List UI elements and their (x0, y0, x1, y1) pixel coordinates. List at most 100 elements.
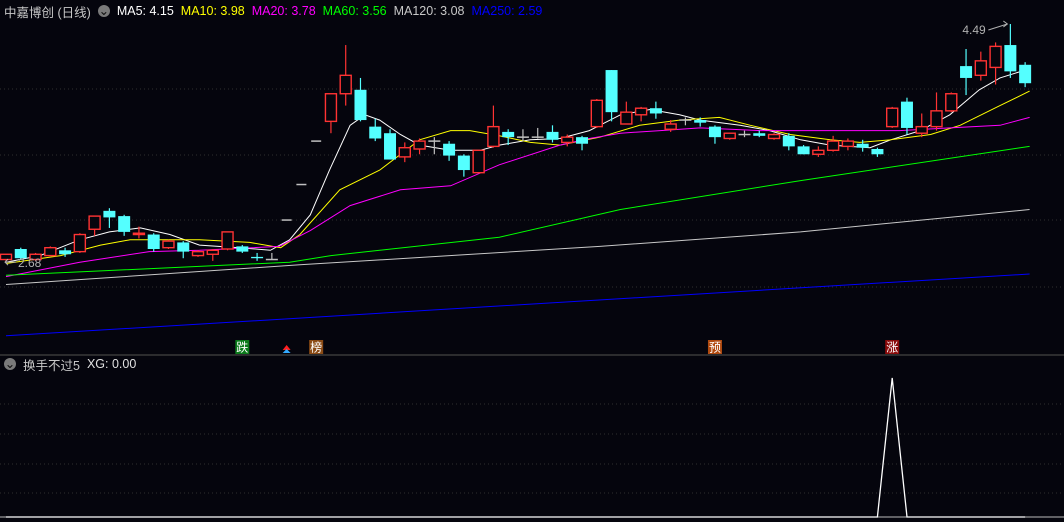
candle (915, 113, 928, 138)
min-price-label: 2.68 (18, 256, 42, 270)
candle (118, 214, 131, 236)
candle-body (206, 249, 219, 255)
candle-body (398, 146, 411, 158)
candle-body (118, 216, 131, 232)
candle (206, 249, 219, 261)
candle (620, 101, 633, 125)
ma120-label: MA120: 3.08 (393, 4, 465, 18)
candle (812, 146, 825, 157)
candle (649, 101, 662, 119)
chevron-down-icon[interactable]: ⌄ (4, 358, 16, 370)
candle (457, 154, 470, 177)
candle (147, 233, 160, 252)
candle (236, 245, 249, 253)
candle-body (797, 146, 810, 155)
candle (723, 132, 736, 140)
ma5-label: MA5: 4.15 (116, 4, 174, 18)
candle (162, 239, 175, 249)
candle (516, 129, 529, 142)
signal-label: 涨 (886, 340, 898, 355)
candle (708, 125, 721, 144)
candle-body (960, 66, 973, 78)
candle-body (826, 140, 840, 152)
ma250-label: MA250: 2.59 (471, 4, 543, 18)
candle (974, 51, 988, 81)
candle-body (649, 108, 662, 114)
candle-body (59, 250, 72, 255)
candle (369, 118, 382, 142)
candle (871, 147, 884, 157)
max-price-label: 4.49 (962, 23, 986, 37)
candle (73, 233, 87, 253)
candle (177, 241, 190, 259)
candle-body (236, 246, 249, 252)
candle-body (354, 89, 367, 121)
candle (900, 97, 913, 135)
candle-body (605, 70, 618, 113)
candle (634, 106, 648, 122)
candle-body (782, 135, 795, 147)
ma10-label: MA10: 3.98 (180, 4, 245, 18)
candle-body (487, 125, 500, 148)
signal-marker: 预 (707, 340, 722, 355)
signal-label: 预 (709, 341, 721, 355)
candle-body (723, 132, 736, 140)
candle-body (384, 133, 397, 160)
candle-body (147, 234, 160, 249)
candle-body (457, 155, 470, 171)
candle (753, 130, 766, 138)
candle-body (369, 126, 382, 139)
candle-body (900, 101, 913, 128)
candle-body (1019, 64, 1032, 84)
candle-body (945, 93, 958, 112)
candle (531, 127, 544, 139)
candle-body (989, 45, 1002, 69)
indicator-name: 换手不过5 (23, 358, 80, 373)
kline-chart[interactable]: 4.49 2.68 跌 榜 预 涨 (0, 0, 1064, 522)
candle-body (915, 125, 928, 134)
chevron-down-icon[interactable]: ⌄ (97, 5, 110, 17)
candle-body (576, 137, 589, 144)
candle (265, 252, 278, 261)
candle (960, 49, 973, 96)
candle-body (664, 123, 677, 130)
candle (1019, 62, 1032, 88)
candle (841, 138, 855, 151)
candle (103, 208, 116, 228)
candle-body (413, 140, 426, 150)
candle-body (221, 231, 234, 250)
candle-body (177, 242, 190, 252)
candle-body (0, 253, 13, 261)
ma20-label: MA20: 3.78 (251, 4, 316, 18)
candle (679, 117, 692, 126)
candle-body (590, 99, 603, 128)
max-arrow-icon (988, 20, 1009, 31)
candle (945, 92, 958, 113)
candle (767, 133, 781, 140)
indicator-value: XG: 0.00 (86, 357, 137, 371)
candle-body (443, 143, 456, 156)
candle-body (251, 256, 264, 259)
candle (797, 145, 810, 155)
candle-body (1004, 45, 1017, 72)
candle-body (44, 246, 57, 257)
candle-body (634, 107, 648, 116)
candle (826, 135, 840, 152)
candle-body (324, 93, 338, 123)
candle-body (856, 143, 869, 148)
candle (221, 231, 234, 251)
candle (324, 93, 338, 134)
ma60-line (5, 145, 1030, 276)
candle-body (546, 131, 559, 140)
candle (428, 137, 441, 155)
candle-body (132, 232, 146, 236)
signal-marker: 榜 (309, 340, 324, 355)
candle-body (620, 111, 633, 125)
candle-body (73, 233, 87, 253)
candle (472, 149, 485, 174)
candle (413, 138, 426, 155)
candle-body (708, 126, 721, 138)
candle (487, 105, 500, 148)
stock-title: 中嘉博创 (日线) (4, 5, 91, 20)
candle-body (812, 149, 825, 155)
